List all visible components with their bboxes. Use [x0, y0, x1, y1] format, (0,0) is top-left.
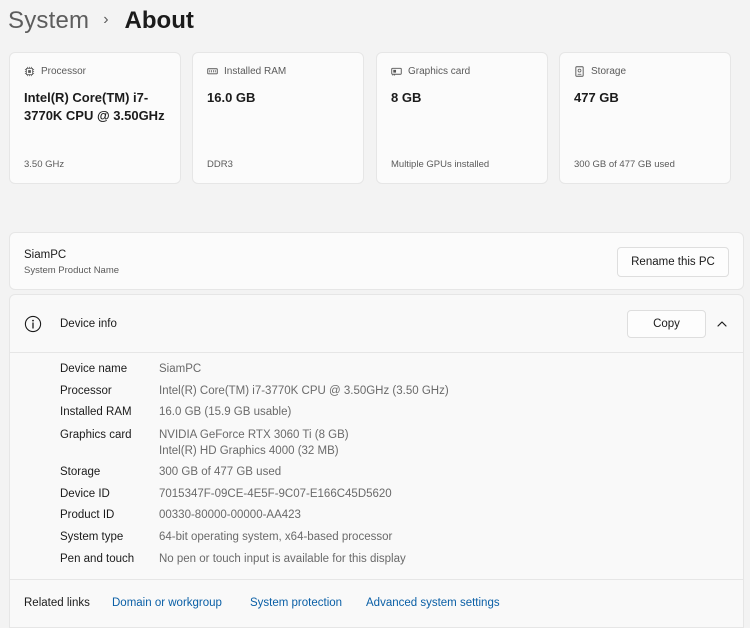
- card-value: 477 GB: [574, 90, 619, 105]
- spec-value: 00330-80000-00000-AA423: [159, 509, 301, 521]
- spec-key: Processor: [60, 385, 112, 397]
- graphics-card-icon: [391, 66, 402, 77]
- pc-name-panel: SiamPC System Product Name Rename this P…: [9, 232, 744, 290]
- info-icon: [24, 315, 42, 333]
- storage-card: Storage 477 GB 300 GB of 477 GB used: [559, 52, 731, 184]
- chevron-right-icon: ›: [103, 11, 109, 28]
- device-info-header[interactable]: Device info Copy: [10, 295, 743, 353]
- copy-button[interactable]: Copy: [627, 310, 706, 338]
- domain-or-workgroup-link[interactable]: Domain or workgroup: [112, 597, 222, 609]
- spec-key: Device ID: [60, 488, 110, 500]
- card-sub: 3.50 GHz: [24, 159, 65, 170]
- spec-value: 7015347F-09CE-4E5F-9C07-E166C45D5620: [159, 488, 392, 500]
- ram-card: Installed RAM 16.0 GB DDR3: [192, 52, 364, 184]
- spec-cards: Processor Intel(R) Core(TM) i7-3770K CPU…: [9, 52, 731, 184]
- device-info-panel: Device info Copy Device name SiamPC Proc…: [9, 294, 744, 580]
- card-label: Installed RAM: [224, 66, 287, 77]
- card-sub: 300 GB of 477 GB used: [574, 159, 675, 170]
- card-sub: Multiple GPUs installed: [391, 159, 490, 170]
- spec-key: Installed RAM: [60, 406, 132, 418]
- spec-key: Product ID: [60, 509, 115, 521]
- system-protection-link[interactable]: System protection: [250, 597, 342, 609]
- spec-key: Pen and touch: [60, 553, 135, 565]
- related-links-bar: Related links Domain or workgroup System…: [9, 580, 744, 628]
- advanced-system-settings-link[interactable]: Advanced system settings: [366, 597, 500, 609]
- processor-card: Processor Intel(R) Core(TM) i7-3770K CPU…: [9, 52, 181, 184]
- ram-icon: [207, 66, 218, 77]
- spec-key: Storage: [60, 466, 101, 478]
- pc-subtitle: System Product Name: [24, 265, 120, 276]
- rename-pc-button[interactable]: Rename this PC: [617, 247, 729, 277]
- spec-value-secondary: Intel(R) HD Graphics 4000 (32 MB): [159, 445, 339, 457]
- spec-value: 16.0 GB (15.9 GB usable): [159, 406, 292, 418]
- processor-icon: [24, 66, 35, 77]
- storage-icon: [574, 66, 585, 77]
- chevron-up-icon[interactable]: [714, 316, 730, 332]
- card-value: Intel(R) Core(TM) i7-3770K CPU @ 3.50GHz: [24, 90, 165, 123]
- spec-value: 300 GB of 477 GB used: [159, 466, 282, 478]
- breadcrumb: System › About: [8, 4, 194, 38]
- card-label: Processor: [41, 66, 87, 77]
- spec-value: SiamPC: [159, 363, 202, 375]
- page-title: About: [124, 7, 194, 34]
- spec-value: No pen or touch input is available for t…: [159, 553, 406, 565]
- graphics-card-card: Graphics card 8 GB Multiple GPUs install…: [376, 52, 548, 184]
- breadcrumb-system[interactable]: System: [8, 7, 89, 35]
- card-sub: DDR3: [207, 159, 233, 170]
- spec-key: Device name: [60, 363, 128, 375]
- spec-value: Intel(R) Core(TM) i7-3770K CPU @ 3.50GHz…: [159, 385, 449, 397]
- spec-key: System type: [60, 531, 124, 543]
- card-value: 8 GB: [391, 90, 422, 105]
- card-label: Graphics card: [408, 66, 471, 77]
- related-links-label: Related links: [24, 597, 90, 609]
- device-info-title: Device info: [60, 318, 117, 330]
- spec-value: NVIDIA GeForce RTX 3060 Ti (8 GB): [159, 429, 349, 441]
- pc-name: SiamPC: [24, 249, 67, 261]
- spec-value: 64-bit operating system, x64-based proce…: [159, 531, 393, 543]
- spec-key: Graphics card: [60, 429, 132, 441]
- card-label: Storage: [591, 66, 627, 77]
- card-value: 16.0 GB: [207, 90, 256, 105]
